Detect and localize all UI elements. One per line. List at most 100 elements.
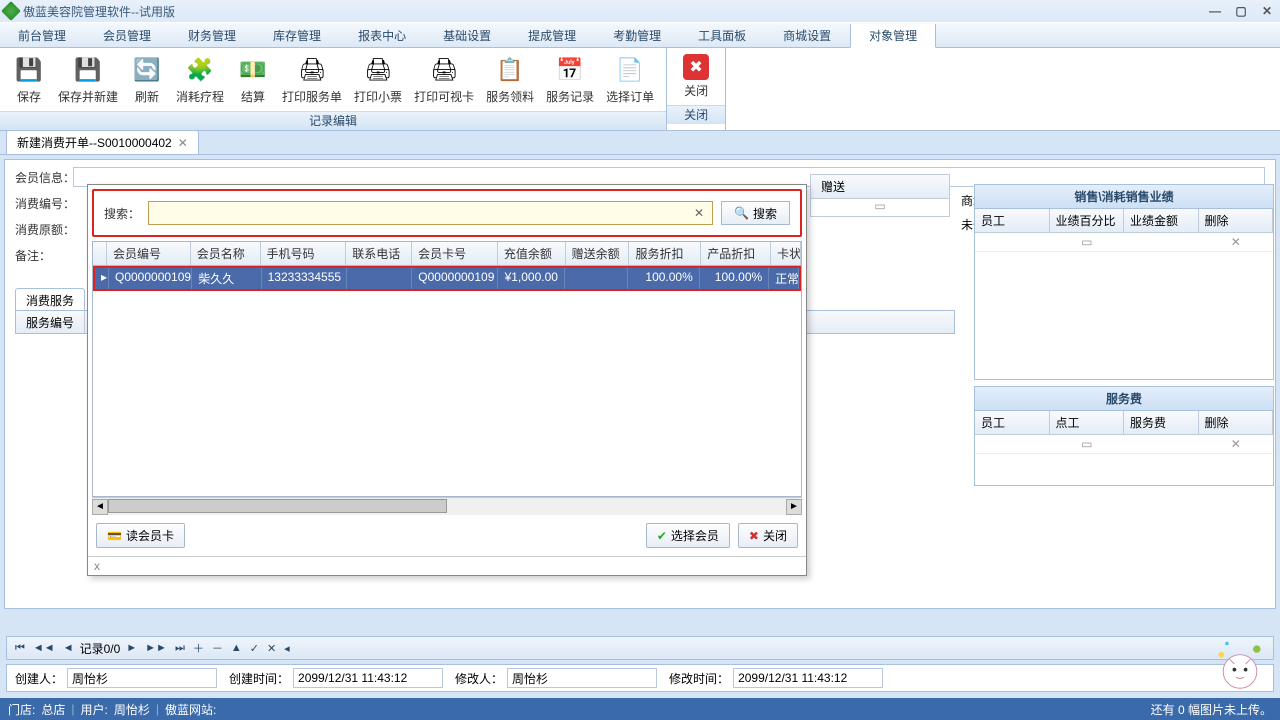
sales-grid-body: ▭✕ [975, 233, 1273, 373]
menu-item[interactable]: 前台管理 [0, 23, 85, 47]
menu-item[interactable]: 对象管理 [850, 24, 936, 48]
grid-cell: 13233334555 [262, 268, 347, 289]
nav-check-icon[interactable]: ✓ [248, 642, 261, 655]
ribbon-item[interactable]: 🔄刷新 [124, 52, 170, 107]
search-button[interactable]: 🔍 搜索 [721, 201, 790, 225]
grid-col-header[interactable]: 卡状 [771, 242, 801, 265]
nav-prev-page-icon[interactable]: ◄◄ [31, 642, 57, 654]
menu-item[interactable]: 考勤管理 [595, 23, 680, 47]
nav-last-icon[interactable]: ⏭ [173, 642, 187, 655]
document-tab[interactable]: 新建消费开单--S0010000402 ✕ [6, 130, 199, 154]
ribbon-caption-close: 关闭 [667, 105, 725, 124]
panel-col-header[interactable]: 业绩百分比 [1050, 209, 1125, 232]
scroll-thumb[interactable] [108, 499, 447, 513]
fee-panel-title: 服务费 [975, 387, 1273, 411]
grid-col-header[interactable]: 服务折扣 [629, 242, 701, 265]
nav-remove-icon[interactable]: － [210, 640, 225, 656]
panel-col-header[interactable]: 删除 [1199, 411, 1274, 434]
app-logo-icon [1, 1, 21, 21]
nav-first-icon[interactable]: ⏮ [13, 642, 27, 655]
nav-add-icon[interactable]: ＋ [191, 640, 206, 656]
status-user: 周怡杉 [114, 701, 150, 718]
ribbon-group-edit: 💾保存💾保存并新建🔄刷新🧩消耗疗程💵结算🖨打印服务单🖨打印小票🖨打印可视卡📋服务… [0, 48, 667, 130]
menu-item[interactable]: 基础设置 [425, 23, 510, 47]
grid-cell: ¥1,000.00 [498, 268, 565, 289]
panel-col-header[interactable]: 业绩金额 [1124, 209, 1199, 232]
consume-amount-label: 消费原额： [15, 221, 73, 238]
grid-cell: 正常 [769, 268, 799, 289]
ribbon-item[interactable]: 📄选择订单 [600, 52, 660, 107]
grid-cell [347, 268, 412, 289]
ribbon-item[interactable]: 💵结算 [230, 52, 276, 107]
grid-hscroll[interactable]: ◄ ► [92, 497, 802, 515]
panel-col-header[interactable]: 员工 [975, 411, 1050, 434]
ribbon-item[interactable]: 📋服务领料 [480, 52, 540, 107]
panel-col-header[interactable]: 点工 [1050, 411, 1125, 434]
grid-col-header[interactable]: 充值余额 [498, 242, 566, 265]
select-member-button[interactable]: ✔ 选择会员 [646, 523, 730, 548]
ribbon-icon: 🖨 [296, 54, 328, 86]
grid-row-selected[interactable]: ▸Q0000000109柴久久13233334555Q0000000109¥1,… [93, 266, 801, 291]
ribbon-item[interactable]: 🖨打印可视卡 [408, 52, 480, 107]
ribbon-item[interactable]: ✖关闭 [673, 52, 719, 101]
clear-search-icon[interactable]: ✕ [690, 206, 708, 220]
grid-col-header[interactable]: 手机号码 [261, 242, 347, 265]
nav-cancel-icon[interactable]: ✕ [265, 642, 278, 655]
search-input[interactable] [153, 206, 690, 220]
search-label: 搜索： [104, 205, 140, 222]
record-navigator: ⏮ ◄◄ ◄ 记录0/0 ► ►► ⏭ ＋ － ▲ ✓ ✕ ◂ [6, 636, 1274, 660]
col-service-no[interactable]: 服务编号 [16, 311, 85, 333]
close-window-button[interactable]: ✕ [1254, 4, 1280, 18]
grid-col-header[interactable]: 会员编号 [107, 242, 191, 265]
panel-col-header[interactable]: 服务费 [1124, 411, 1199, 434]
popup-close-button[interactable]: ✖ 关闭 [738, 523, 798, 548]
menu-item[interactable]: 提成管理 [510, 23, 595, 47]
scroll-left-icon[interactable]: ◄ [92, 499, 108, 515]
nav-prev-icon[interactable]: ◄ [61, 642, 76, 654]
grid-col-header[interactable]: 联系电话 [346, 242, 412, 265]
menu-item[interactable]: 财务管理 [170, 23, 255, 47]
grid-col-header[interactable]: 会员卡号 [412, 242, 498, 265]
nav-menu-icon[interactable]: ◂ [282, 642, 292, 655]
maximize-button[interactable]: ▢ [1228, 4, 1254, 18]
ribbon-item[interactable]: 🖨打印服务单 [276, 52, 348, 107]
ribbon-item[interactable]: 🖨打印小票 [348, 52, 408, 107]
status-store: 总店 [41, 701, 65, 718]
grid-col-header[interactable]: 会员名称 [191, 242, 261, 265]
search-input-wrap: ✕ [148, 201, 713, 225]
sales-panel: 销售\消耗销售业绩 员工业绩百分比业绩金额删除 ▭✕ [974, 184, 1274, 380]
grid-body: ▸Q0000000109柴久久13233334555Q0000000109¥1,… [93, 266, 801, 496]
panel-empty-cell [975, 435, 1050, 453]
nav-next-icon[interactable]: ► [124, 642, 139, 654]
grid-col-header[interactable]: 赠送余额 [566, 242, 630, 265]
tab-close-icon[interactable]: ✕ [178, 136, 188, 150]
scroll-right-icon[interactable]: ► [786, 499, 802, 515]
minimize-button[interactable]: — [1202, 4, 1228, 18]
panel-col-header[interactable]: 员工 [975, 209, 1050, 232]
nav-edit-icon[interactable]: ▲ [229, 642, 244, 654]
gift-header[interactable]: 赠送 [810, 174, 950, 199]
panel-empty-cell [1124, 435, 1199, 453]
menu-item[interactable]: 库存管理 [255, 23, 340, 47]
menu-item[interactable]: 会员管理 [85, 23, 170, 47]
panel-col-header[interactable]: 删除 [1199, 209, 1274, 232]
menu-item[interactable]: 商城设置 [765, 23, 850, 47]
read-card-button[interactable]: 💳 读会员卡 [96, 523, 185, 548]
ribbon-item[interactable]: 💾保存并新建 [52, 52, 124, 107]
ribbon-item[interactable]: 📅服务记录 [540, 52, 600, 107]
check-icon: ✔ [657, 529, 667, 543]
grid-cell [565, 268, 628, 289]
panel-empty-cell [975, 233, 1050, 251]
ribbon-item[interactable]: 💾保存 [6, 52, 52, 107]
card-icon: 💳 [107, 529, 122, 543]
status-site-link[interactable]: 傲蓝网站: [165, 701, 216, 718]
menu-item[interactable]: 报表中心 [340, 23, 425, 47]
nav-next-page-icon[interactable]: ►► [143, 642, 169, 654]
menu-item[interactable]: 工具面板 [680, 23, 765, 47]
search-icon: 🔍 [734, 206, 749, 220]
subtab-consume-service[interactable]: 消费服务 [15, 288, 85, 312]
ribbon-icon: 🧩 [184, 54, 216, 86]
ribbon-item[interactable]: 🧩消耗疗程 [170, 52, 230, 107]
scroll-track[interactable] [108, 499, 786, 515]
grid-col-header[interactable]: 产品折扣 [701, 242, 771, 265]
